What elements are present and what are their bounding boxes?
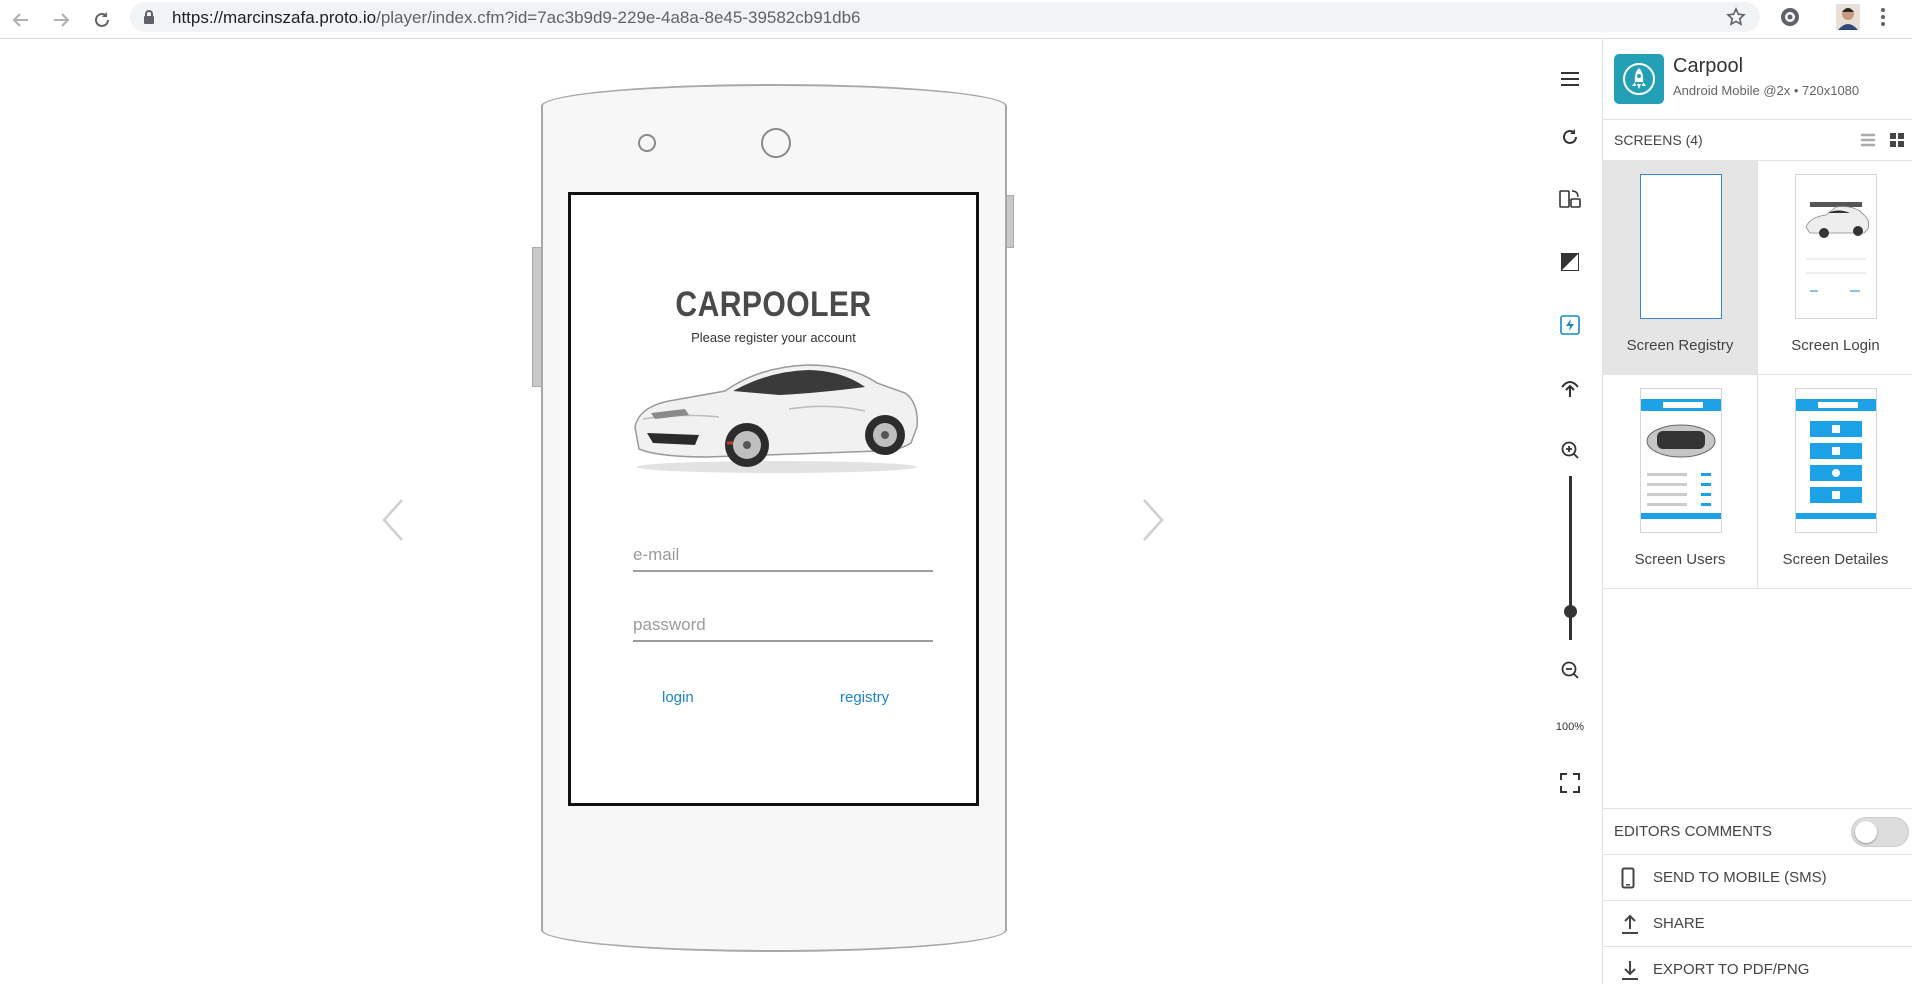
app-subtitle: Please register your account [691, 330, 856, 345]
screen-card-registry[interactable]: Screen Registry [1603, 161, 1758, 375]
url-text: https://marcinszafa.proto.io/player/inde… [172, 8, 861, 28]
browser-toolbar: https://marcinszafa.proto.io/player/inde… [0, 0, 1912, 39]
restart-icon[interactable] [1557, 124, 1583, 150]
kebab-menu-icon[interactable] [1878, 6, 1888, 33]
fullscreen-icon[interactable] [1557, 770, 1583, 796]
star-icon[interactable] [1726, 7, 1746, 32]
url-host: https://marcinszafa.proto.io [172, 8, 377, 27]
screen-thumbnail [1640, 388, 1722, 533]
export-button[interactable]: EXPORT TO PDF/PNG [1603, 946, 1912, 992]
share-upload-icon [1621, 913, 1639, 940]
editors-comments-row: EDITORS COMMENTS [1603, 808, 1912, 854]
screen-card-label: Screen Login [1791, 337, 1880, 354]
car-image [629, 357, 921, 480]
screen-card-label: Screen Registry [1626, 337, 1734, 354]
screen-thumbnail [1795, 174, 1877, 319]
screens-panel: Carpool Android Mobile @2x • 720x1080 SC… [1602, 39, 1912, 984]
hotspots-icon[interactable] [1557, 312, 1583, 338]
grid-view-icon[interactable] [1889, 132, 1905, 153]
toggle-knob [1855, 821, 1877, 843]
login-button[interactable]: login [662, 689, 694, 706]
project-rocket-icon [1614, 54, 1664, 104]
registry-button[interactable]: registry [840, 689, 889, 706]
export-label: EXPORT TO PDF/PNG [1653, 961, 1810, 978]
back-arrow-icon[interactable] [8, 7, 34, 33]
player-toolbar: 100% [1540, 39, 1600, 984]
zoom-slider-handle[interactable] [1564, 605, 1577, 618]
screen-card-login[interactable]: Screen Login [1758, 161, 1912, 375]
project-name: Carpool [1673, 55, 1744, 77]
password-placeholder: password [633, 615, 706, 634]
screen-card-label: Screen Detailes [1782, 551, 1889, 568]
editors-comments-label: EDITORS COMMENTS [1614, 823, 1773, 840]
contrast-icon[interactable] [1557, 249, 1583, 275]
share-button[interactable]: SHARE [1603, 900, 1912, 946]
screen-card-detailes[interactable]: Screen Detailes [1758, 375, 1912, 589]
screen-card-users[interactable]: Screen Users [1603, 375, 1758, 589]
zoom-level-label: 100% [1555, 721, 1585, 733]
share-label: SHARE [1653, 915, 1705, 932]
list-view-icon[interactable] [1860, 132, 1876, 153]
download-icon [1621, 959, 1639, 986]
next-screen-arrow-icon[interactable] [1140, 497, 1166, 548]
rotate-device-icon[interactable] [1557, 186, 1583, 212]
forward-arrow-icon[interactable] [48, 7, 74, 33]
previous-screen-arrow-icon[interactable] [380, 497, 406, 548]
email-field[interactable]: e-mail [633, 540, 933, 572]
url-path: /player/index.cfm?id=7ac3b9d9-229e-4a8a-… [376, 8, 861, 27]
editors-comments-toggle[interactable] [1851, 817, 1909, 847]
reload-icon[interactable] [89, 7, 115, 33]
upload-icon[interactable] [1557, 375, 1583, 401]
app-title: CARPOOLER [675, 285, 872, 324]
mobile-phone-icon [1621, 867, 1635, 894]
profile-avatar[interactable] [1836, 4, 1860, 35]
screen-thumbnail [1640, 174, 1722, 319]
zoom-out-icon[interactable] [1557, 657, 1583, 683]
screen-card-label: Screen Users [1634, 551, 1726, 568]
lock-icon [142, 9, 156, 30]
project-meta: Android Mobile @2x • 720x1080 [1673, 83, 1860, 98]
screen-thumbnail [1795, 388, 1877, 533]
screens-count-label: SCREENS (4) [1614, 132, 1703, 148]
screens-header: SCREENS (4) [1603, 119, 1912, 161]
address-bar[interactable]: https://marcinszafa.proto.io/player/inde… [130, 2, 1760, 32]
send-to-mobile-button[interactable]: SEND TO MOBILE (SMS) [1603, 854, 1912, 900]
send-to-mobile-label: SEND TO MOBILE (SMS) [1653, 869, 1827, 886]
email-placeholder: e-mail [633, 545, 680, 564]
phone-camera [761, 128, 791, 158]
phone-screen: CARPOOLER Please register your account e… [568, 192, 979, 806]
extension-icon[interactable] [1779, 6, 1801, 33]
zoom-in-icon[interactable] [1557, 437, 1583, 463]
phone-sensor [638, 134, 656, 152]
password-field[interactable]: password [633, 610, 933, 642]
menu-icon[interactable] [1557, 66, 1583, 92]
